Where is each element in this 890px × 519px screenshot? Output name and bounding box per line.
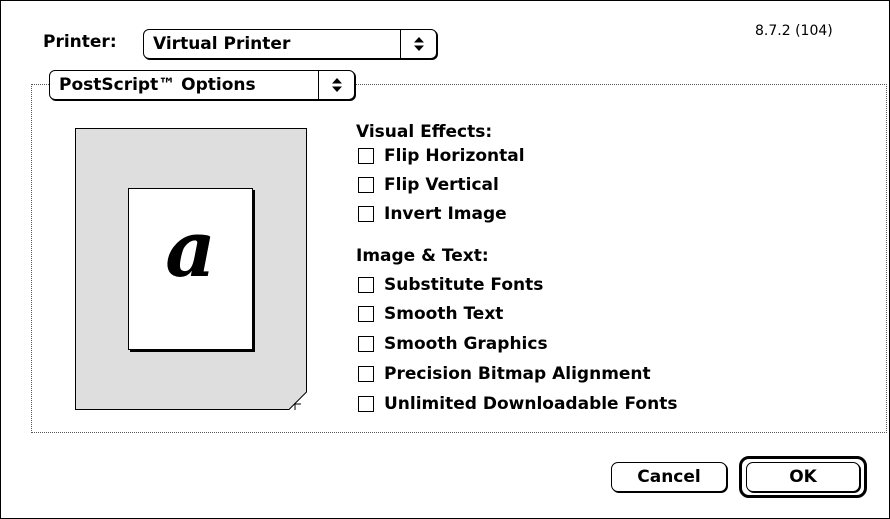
flip-horizontal-label: Flip Horizontal [384,146,525,166]
image-text-title: Image & Text: [356,246,489,266]
up-down-arrows-icon [318,71,354,99]
printer-popup-value: Virtual Printer [153,34,291,54]
invert-image-checkbox[interactable] [358,206,374,222]
printer-label: Printer: [43,32,117,52]
smooth-text-checkbox[interactable] [358,306,374,322]
smooth-graphics-label: Smooth Graphics [384,334,548,354]
options-popup[interactable]: PostScript™ Options [49,70,355,100]
up-down-arrows-icon [400,30,436,58]
smooth-graphics-checkbox[interactable] [358,336,374,352]
precision-bitmap-checkbox[interactable] [358,366,374,382]
version-label: 8.7.2 (104) [755,23,833,39]
preview-page: a [128,188,253,350]
substitute-fonts-option[interactable]: Substitute Fonts [358,274,543,296]
flip-vertical-checkbox[interactable] [358,177,374,193]
substitute-fonts-checkbox[interactable] [358,277,374,293]
preview-letter: a [165,204,216,295]
substitute-fonts-label: Substitute Fonts [384,275,544,295]
print-options-dialog: 8.7.2 (104) Printer: Virtual Printer Pos… [0,0,890,519]
flip-horizontal-checkbox[interactable] [358,148,374,164]
printer-popup[interactable]: Virtual Printer [143,29,437,59]
unlimited-fonts-checkbox[interactable] [358,396,374,412]
flip-horizontal-option[interactable]: Flip Horizontal [358,145,525,167]
smooth-graphics-option[interactable]: Smooth Graphics [358,333,548,355]
unlimited-fonts-option[interactable]: Unlimited Downloadable Fonts [358,393,677,415]
visual-effects-title: Visual Effects: [356,122,493,142]
options-popup-value: PostScript™ Options [59,75,256,95]
cancel-button[interactable]: Cancel [611,462,727,492]
page-dogear-icon [289,392,307,410]
invert-image-label: Invert Image [384,204,507,224]
smooth-text-option[interactable]: Smooth Text [358,303,503,325]
smooth-text-label: Smooth Text [384,304,504,324]
ok-button[interactable]: OK [746,462,860,492]
precision-bitmap-option[interactable]: Precision Bitmap Alignment [358,363,651,385]
flip-vertical-label: Flip Vertical [384,175,499,195]
precision-bitmap-label: Precision Bitmap Alignment [384,364,651,384]
flip-vertical-option[interactable]: Flip Vertical [358,174,499,196]
invert-image-option[interactable]: Invert Image [358,203,507,225]
unlimited-fonts-label: Unlimited Downloadable Fonts [384,394,678,414]
